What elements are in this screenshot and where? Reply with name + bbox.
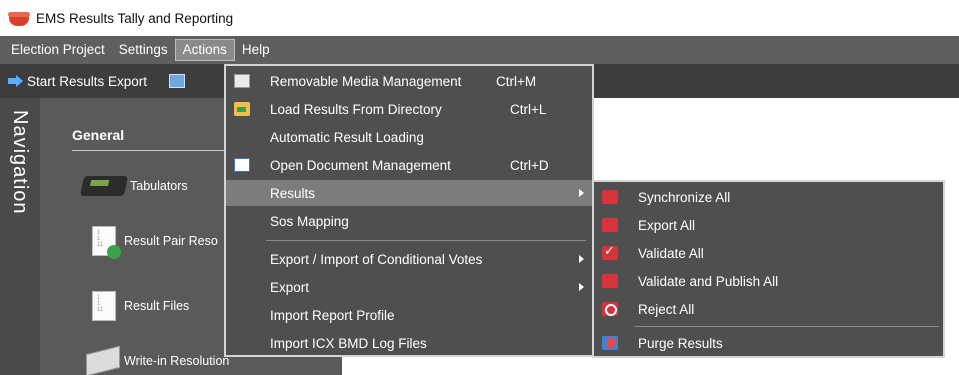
title-bar: RTR EMS Results Tally and Reporting bbox=[0, 0, 959, 36]
submenu-item-purge-results[interactable]: Purge Results bbox=[594, 330, 943, 356]
menu-item-sos-mapping[interactable]: Sos Mapping bbox=[226, 208, 592, 234]
menu-item-import-icx-bmd-log-files[interactable]: Import ICX BMD Log Files bbox=[226, 330, 592, 356]
submenu-arrow-icon bbox=[579, 255, 584, 263]
menu-actions[interactable]: Actions bbox=[174, 39, 235, 61]
menu-separator bbox=[266, 240, 586, 241]
submenu-item-label: Validate and Publish All bbox=[638, 273, 779, 289]
nav-item-label: Result Pair Reso bbox=[124, 234, 218, 248]
submenu-item-synchronize-all[interactable]: Synchronize All bbox=[594, 184, 943, 210]
menu-item-label: Open Document Management bbox=[270, 157, 451, 173]
submenu-item-label: Synchronize All bbox=[638, 189, 731, 205]
menu-item-label: Import Report Profile bbox=[270, 307, 395, 323]
submenu-item-validate-and-publish-all[interactable]: Validate and Publish All bbox=[594, 268, 943, 294]
nav-item-result-pair-resolution[interactable]: Result Pair Reso bbox=[92, 226, 218, 259]
menu-item-label: Export / Import of Conditional Votes bbox=[270, 251, 483, 267]
menu-item-label: Removable Media Management bbox=[270, 73, 462, 89]
menu-item-label: Sos Mapping bbox=[270, 213, 349, 229]
document-icon bbox=[234, 158, 250, 172]
menu-item-open-document-management[interactable]: Open Document Management Ctrl+D bbox=[226, 152, 592, 178]
nav-item-tabulators[interactable]: Tabulators bbox=[79, 176, 188, 196]
menu-settings[interactable]: Settings bbox=[112, 39, 175, 61]
submenu-item-reject-all[interactable]: Reject All bbox=[594, 296, 943, 322]
start-results-export-button[interactable]: Start Results Export bbox=[8, 74, 147, 89]
submenu-item-label: Reject All bbox=[638, 301, 695, 317]
menu-item-label: Automatic Result Loading bbox=[270, 129, 424, 145]
nav-item-result-files[interactable]: Result Files bbox=[92, 291, 189, 321]
menu-election-project[interactable]: Election Project bbox=[4, 39, 112, 61]
window-title: EMS Results Tally and Reporting bbox=[36, 10, 234, 26]
menu-item-export[interactable]: Export bbox=[226, 274, 592, 300]
menu-item-label: Results bbox=[270, 185, 316, 201]
start-results-export-label: Start Results Export bbox=[27, 73, 148, 89]
menu-item-export-import-conditional-votes[interactable]: Export / Import of Conditional Votes bbox=[226, 246, 592, 272]
result-files-icon bbox=[92, 291, 116, 321]
menu-item-shortcut: Ctrl+L bbox=[510, 101, 547, 117]
nav-item-label: Write-in Resolution bbox=[124, 354, 230, 368]
submenu-item-validate-all[interactable]: Validate All bbox=[594, 240, 943, 266]
publish-icon bbox=[602, 274, 618, 288]
submenu-arrow-icon bbox=[579, 189, 584, 197]
app-logo-icon: RTR bbox=[8, 8, 30, 26]
export-arrow-icon bbox=[8, 75, 23, 87]
toolbar-window-icon[interactable] bbox=[169, 74, 186, 88]
export-icon bbox=[602, 218, 618, 232]
navigation-title: Navigation bbox=[9, 110, 31, 215]
menu-item-shortcut: Ctrl+D bbox=[510, 157, 549, 173]
synchronize-icon bbox=[602, 190, 618, 204]
tabulator-icon bbox=[79, 176, 129, 196]
menu-help[interactable]: Help bbox=[235, 39, 277, 61]
menu-item-results[interactable]: Results bbox=[226, 180, 592, 206]
result-pair-icon bbox=[92, 226, 121, 259]
menu-item-removable-media-management[interactable]: Removable Media Management Ctrl+M bbox=[226, 68, 592, 94]
submenu-item-label: Export All bbox=[638, 217, 696, 233]
submenu-item-label: Validate All bbox=[638, 245, 704, 261]
results-submenu: Synchronize All Export All Validate All … bbox=[592, 180, 945, 358]
nav-section-general: General bbox=[72, 127, 125, 143]
write-in-icon bbox=[86, 345, 120, 375]
menu-separator bbox=[634, 326, 939, 327]
menu-item-load-results-from-directory[interactable]: Load Results From Directory Ctrl+L bbox=[226, 96, 592, 122]
menu-item-shortcut: Ctrl+M bbox=[496, 73, 537, 89]
menu-bar: Election Project Settings Actions Help bbox=[0, 36, 959, 64]
menu-item-label: Export bbox=[270, 279, 310, 295]
menu-item-automatic-result-loading[interactable]: Automatic Result Loading bbox=[226, 124, 592, 150]
menu-item-label: Import ICX BMD Log Files bbox=[270, 335, 427, 351]
nav-item-write-in-resolution[interactable]: Write-in Resolution bbox=[86, 345, 230, 375]
nav-item-label: Result Files bbox=[124, 299, 190, 313]
removable-media-icon bbox=[234, 74, 250, 88]
folder-icon bbox=[234, 102, 250, 116]
actions-dropdown-menu: Removable Media Management Ctrl+M Load R… bbox=[224, 64, 594, 357]
reject-icon bbox=[602, 302, 618, 316]
menu-item-import-report-profile[interactable]: Import Report Profile bbox=[226, 302, 592, 328]
validate-icon bbox=[602, 243, 618, 260]
menu-item-label: Load Results From Directory bbox=[270, 101, 442, 117]
purge-icon bbox=[602, 336, 618, 350]
submenu-item-label: Purge Results bbox=[638, 335, 723, 351]
submenu-item-export-all[interactable]: Export All bbox=[594, 212, 943, 238]
nav-item-label: Tabulators bbox=[130, 179, 188, 193]
submenu-arrow-icon bbox=[579, 283, 584, 291]
